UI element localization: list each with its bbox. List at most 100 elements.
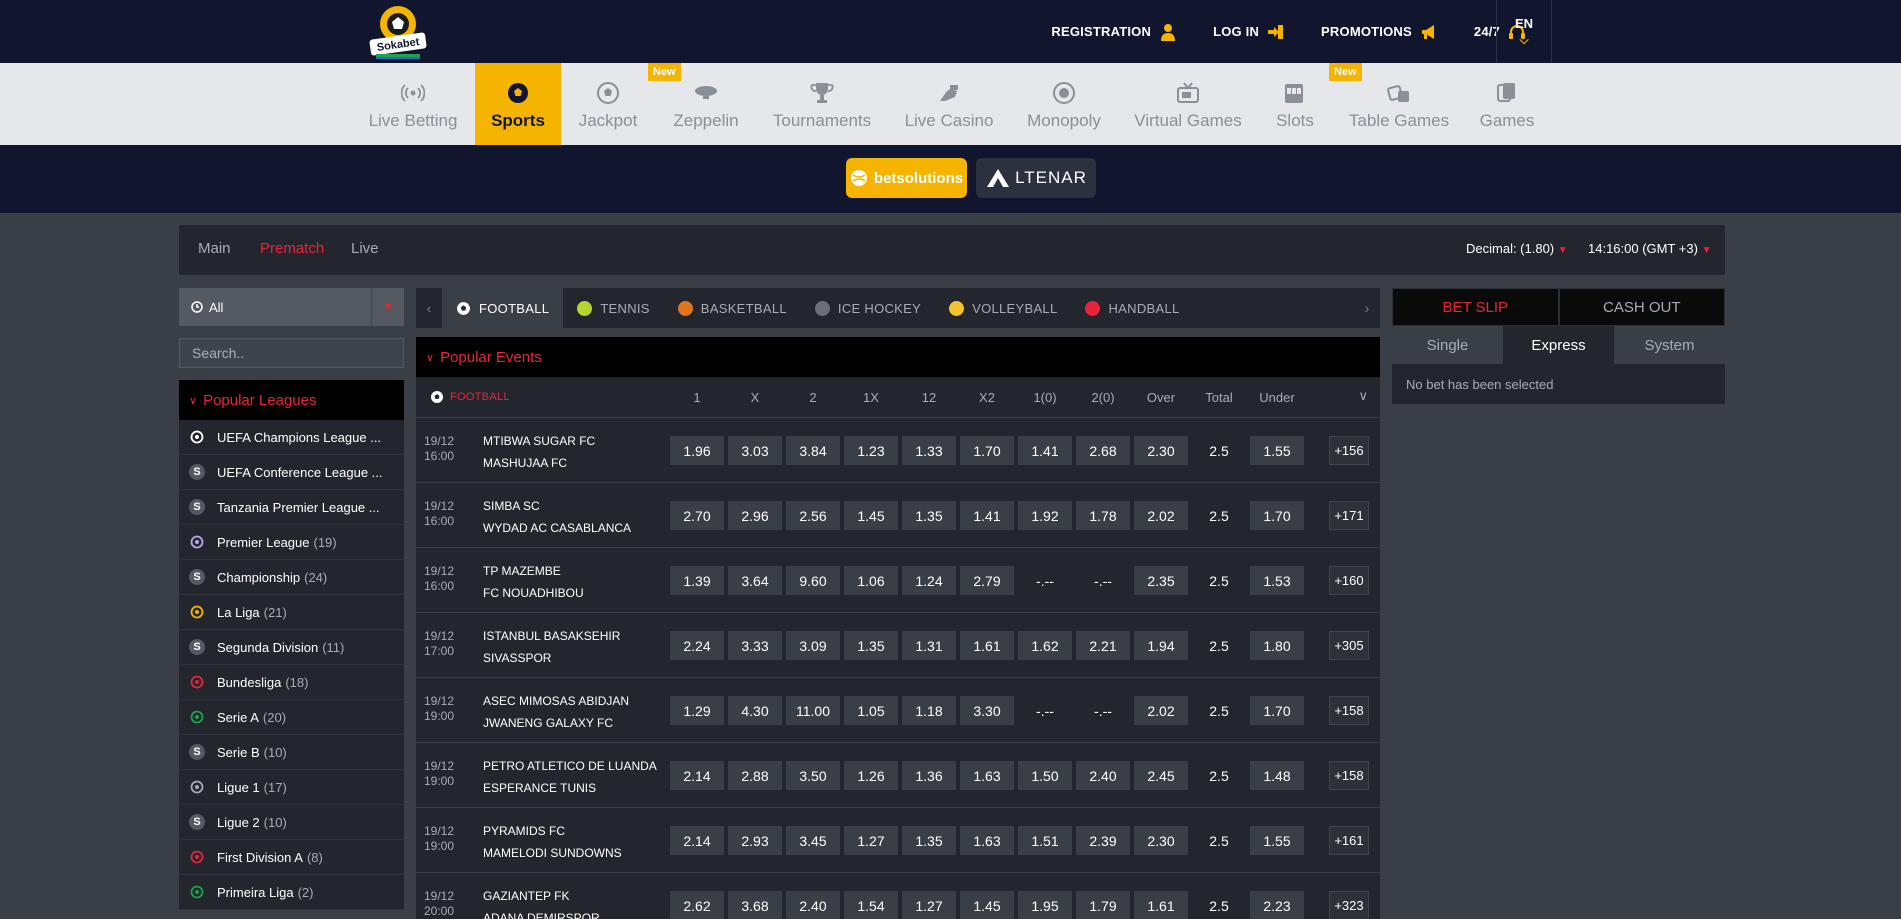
odds-button[interactable]: 2.68: [1076, 436, 1130, 465]
sokabet-logo[interactable]: Sokabet: [366, 2, 430, 60]
tab-tennis[interactable]: TENNIS: [563, 288, 663, 328]
event-teams[interactable]: TP MAZEMBE FC NOUADHIBOU: [483, 560, 584, 604]
bet-type-system[interactable]: System: [1614, 326, 1725, 364]
odds-button[interactable]: 3.45: [786, 826, 840, 855]
odds-button[interactable]: 3.09: [786, 631, 840, 660]
odds-button[interactable]: 2.79: [960, 566, 1014, 595]
more-markets-button[interactable]: +323: [1329, 891, 1369, 919]
category-live-betting[interactable]: Live Betting: [365, 63, 461, 145]
league-item[interactable]: Premier League (19): [179, 525, 404, 560]
promotions-link[interactable]: PROMOTIONS: [1321, 23, 1438, 41]
league-item[interactable]: Serie A (20): [179, 700, 404, 735]
league-item[interactable]: S Championship (24): [179, 560, 404, 595]
odds-button[interactable]: 1.23: [844, 436, 898, 465]
odds-button[interactable]: 3.68: [728, 891, 782, 919]
odds-button[interactable]: 2.24: [670, 631, 724, 660]
registration-link[interactable]: REGISTRATION: [1051, 23, 1177, 41]
odds-button[interactable]: 1.35: [902, 501, 956, 530]
odds-button[interactable]: 2.23: [1250, 891, 1304, 919]
odds-button[interactable]: 1.55: [1250, 826, 1304, 855]
odds-button[interactable]: 1.05: [844, 696, 898, 725]
odds-button[interactable]: 1.27: [844, 826, 898, 855]
event-teams[interactable]: ISTANBUL BASAKSEHIR SIVASSPOR: [483, 625, 620, 669]
league-item[interactable]: S Ligue 2 (10): [179, 805, 404, 840]
chevron-left-icon[interactable]: ‹: [416, 288, 442, 328]
subnav-live[interactable]: Live: [351, 240, 379, 257]
odds-button[interactable]: 2.30: [1134, 826, 1188, 855]
chevron-down-icon[interactable]: ∨: [1358, 388, 1368, 404]
odds-button[interactable]: 3.50: [786, 761, 840, 790]
odds-button[interactable]: 1.31: [902, 631, 956, 660]
odds-button[interactable]: 1.41: [960, 501, 1014, 530]
timezone-selector[interactable]: 14:16:00 (GMT +3) ▼: [1588, 241, 1712, 256]
odds-button[interactable]: 2.14: [670, 826, 724, 855]
more-markets-button[interactable]: +171: [1329, 501, 1369, 530]
odds-format-selector[interactable]: Decimal: (1.80) ▼: [1466, 241, 1568, 256]
league-item[interactable]: UEFA Champions League ...: [179, 420, 404, 455]
odds-button[interactable]: 11.00: [786, 696, 840, 725]
odds-button[interactable]: 2.40: [1076, 761, 1130, 790]
more-markets-button[interactable]: +156: [1329, 436, 1369, 465]
league-item[interactable]: S UEFA Conference League ...: [179, 455, 404, 490]
tab-basketball[interactable]: BASKETBALL: [664, 288, 801, 328]
category-live-casino[interactable]: Live Casino: [898, 63, 1000, 145]
odds-button[interactable]: 2.39: [1076, 826, 1130, 855]
league-item[interactable]: S Segunda Division (11): [179, 630, 404, 665]
odds-button[interactable]: 1.26: [844, 761, 898, 790]
odds-button[interactable]: 1.35: [902, 826, 956, 855]
login-link[interactable]: LOG IN: [1213, 23, 1285, 41]
popular-leagues-header[interactable]: ∨ Popular Leagues: [179, 380, 404, 420]
odds-button[interactable]: 2.56: [786, 501, 840, 530]
odds-button[interactable]: 2.62: [670, 891, 724, 919]
category-table-games[interactable]: Table Games: [1345, 63, 1453, 145]
event-teams[interactable]: PYRAMIDS FC MAMELODI SUNDOWNS: [483, 820, 622, 864]
subnav-prematch[interactable]: Prematch: [260, 240, 324, 257]
bet-type-express[interactable]: Express: [1503, 326, 1614, 364]
event-teams[interactable]: PETRO ATLETICO DE LUANDA ESPERANCE TUNIS: [483, 755, 657, 799]
odds-button[interactable]: 1.24: [902, 566, 956, 595]
league-item[interactable]: Ligue 1 (17): [179, 770, 404, 805]
tab-handball[interactable]: HANDBALL: [1071, 288, 1193, 328]
odds-button[interactable]: 3.30: [960, 696, 1014, 725]
language-selector[interactable]: EN ⌵: [1496, 0, 1552, 63]
odds-button[interactable]: 1.29: [670, 696, 724, 725]
odds-button[interactable]: 1.55: [1250, 436, 1304, 465]
odds-button[interactable]: 1.94: [1134, 631, 1188, 660]
league-item[interactable]: La Liga (21): [179, 595, 404, 630]
odds-button[interactable]: 2.02: [1134, 501, 1188, 530]
category-games[interactable]: Games: [1474, 63, 1540, 145]
league-item[interactable]: Primeira Liga (2): [179, 875, 404, 910]
odds-button[interactable]: 1.27: [902, 891, 956, 919]
league-search-input[interactable]: [179, 338, 404, 368]
odds-button[interactable]: 1.36: [902, 761, 956, 790]
odds-button[interactable]: 1.92: [1018, 501, 1072, 530]
category-jackpot[interactable]: Jackpot: [570, 63, 646, 145]
odds-button[interactable]: 1.96: [670, 436, 724, 465]
odds-button[interactable]: 3.03: [728, 436, 782, 465]
league-item[interactable]: First Division A (8): [179, 840, 404, 875]
odds-button[interactable]: 2.02: [1134, 696, 1188, 725]
odds-button[interactable]: 1.63: [960, 761, 1014, 790]
popular-events-header[interactable]: ∨ Popular Events: [416, 337, 1380, 377]
odds-button[interactable]: 1.61: [960, 631, 1014, 660]
event-teams[interactable]: MTIBWA SUGAR FC MASHUJAA FC: [483, 430, 595, 474]
odds-button[interactable]: 3.64: [728, 566, 782, 595]
odds-button[interactable]: 1.70: [960, 436, 1014, 465]
event-teams[interactable]: ASEC MIMOSAS ABIDJAN JWANENG GALAXY FC: [483, 690, 629, 734]
bet-type-single[interactable]: Single: [1392, 326, 1503, 364]
odds-button[interactable]: 2.93: [728, 826, 782, 855]
sport-filter-select[interactable]: All ▼: [179, 288, 404, 326]
odds-button[interactable]: 1.70: [1250, 501, 1304, 530]
odds-button[interactable]: 2.88: [728, 761, 782, 790]
subnav-main[interactable]: Main: [198, 240, 231, 257]
chevron-down-icon[interactable]: ▼: [371, 288, 404, 326]
odds-button[interactable]: 1.78: [1076, 501, 1130, 530]
tab-football[interactable]: FOOTBALL: [442, 288, 564, 328]
odds-button[interactable]: 1.18: [902, 696, 956, 725]
odds-button[interactable]: 1.63: [960, 826, 1014, 855]
odds-button[interactable]: 1.61: [1134, 891, 1188, 919]
odds-button[interactable]: 1.80: [1250, 631, 1304, 660]
odds-button[interactable]: 4.30: [728, 696, 782, 725]
odds-button[interactable]: 2.96: [728, 501, 782, 530]
more-markets-button[interactable]: +160: [1329, 566, 1369, 595]
